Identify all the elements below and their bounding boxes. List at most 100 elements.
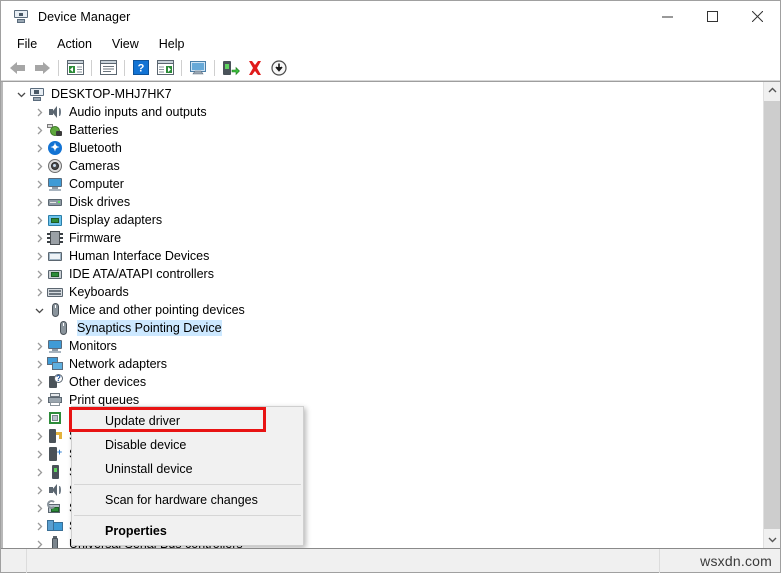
sidebar-item-synaptics-pointing-device[interactable]: Synaptics Pointing Device [3, 319, 763, 337]
context-menu-item-properties[interactable]: Properties [72, 519, 303, 543]
software-device-icon [47, 464, 63, 480]
sidebar-item-ide[interactable]: IDE ATA/ATAPI controllers [3, 265, 763, 283]
software-component-icon: + [47, 446, 63, 462]
forward-icon[interactable] [30, 57, 54, 79]
menu-file[interactable]: File [7, 34, 47, 54]
menu-help[interactable]: Help [149, 34, 195, 54]
tree-row-label: Disk drives [69, 195, 131, 209]
scroll-down-icon[interactable] [764, 531, 780, 548]
chevron-right-icon[interactable] [31, 283, 47, 301]
chevron-right-icon[interactable] [31, 193, 47, 211]
tree-row-label: Firmware [69, 231, 122, 245]
toolbar-separator [181, 59, 182, 76]
chevron-right-icon[interactable] [31, 481, 47, 499]
show-hide-action-pane-icon[interactable] [153, 57, 177, 79]
sidebar-item-network-adapters[interactable]: Network adapters [3, 355, 763, 373]
chevron-right-icon[interactable] [31, 355, 47, 373]
context-menu-item-update-driver[interactable]: Update driver [72, 409, 303, 433]
security-device-icon [47, 428, 63, 444]
chevron-right-icon[interactable] [31, 337, 47, 355]
tree-row-label: Bluetooth [69, 141, 122, 155]
chevron-right-icon[interactable] [31, 391, 47, 409]
close-button[interactable] [735, 1, 780, 32]
tree-row-label: Other devices [69, 375, 147, 389]
chevron-right-icon[interactable] [31, 247, 47, 265]
help-icon[interactable]: ? [129, 57, 153, 79]
toolbar-separator [214, 59, 215, 76]
toolbar-separator [91, 59, 92, 76]
sidebar-item-disk-drives[interactable]: Disk drives [3, 193, 763, 211]
menu-bar: File Action View Help [1, 32, 780, 55]
processor-icon [47, 410, 63, 426]
chevron-right-icon[interactable] [31, 139, 47, 157]
sidebar-item-hid[interactable]: Human Interface Devices [3, 247, 763, 265]
chevron-right-icon[interactable] [31, 535, 47, 548]
chevron-right-icon[interactable] [31, 409, 47, 427]
chevron-right-icon[interactable] [31, 445, 47, 463]
chevron-right-icon[interactable] [31, 427, 47, 445]
tree-row-label: Network adapters [69, 357, 167, 371]
maximize-button[interactable] [690, 1, 735, 32]
computer-root-icon [29, 86, 45, 102]
chevron-right-icon[interactable] [31, 121, 47, 139]
context-menu[interactable]: Update driver Disable device Uninstall d… [71, 406, 304, 546]
disable-device-icon[interactable] [267, 57, 291, 79]
properties-icon[interactable] [96, 57, 120, 79]
scroll-up-icon[interactable] [764, 82, 780, 99]
sidebar-item-keyboards[interactable]: Keyboards [3, 283, 763, 301]
show-hide-console-tree-icon[interactable] [63, 57, 87, 79]
chevron-right-icon[interactable] [31, 373, 47, 391]
context-menu-item-uninstall-device[interactable]: Uninstall device [72, 457, 303, 481]
content-area: DESKTOP-MHJ7HK7 Audio inputs and outputs [1, 81, 780, 548]
context-menu-item-scan-for-hardware-changes[interactable]: Scan for hardware changes [72, 488, 303, 512]
sidebar-item-display-adapters[interactable]: Display adapters [3, 211, 763, 229]
menu-action[interactable]: Action [47, 34, 102, 54]
context-menu-item-disable-device[interactable]: Disable device [72, 433, 303, 457]
chevron-right-icon[interactable] [31, 517, 47, 535]
back-icon[interactable] [6, 57, 30, 79]
chevron-down-icon[interactable] [31, 301, 47, 319]
hid-icon [47, 248, 63, 264]
window-title: Device Manager [38, 9, 131, 24]
toolbar: ? [1, 55, 780, 81]
sidebar-item-monitors[interactable]: Monitors [3, 337, 763, 355]
chevron-right-icon[interactable] [31, 463, 47, 481]
chevron-right-icon[interactable] [31, 211, 47, 229]
chevron-right-icon[interactable] [31, 229, 47, 247]
sidebar-item-batteries[interactable]: Batteries [3, 121, 763, 139]
chevron-down-icon[interactable] [13, 85, 29, 103]
sidebar-item-mice[interactable]: Mice and other pointing devices [3, 301, 763, 319]
chevron-right-icon[interactable] [31, 265, 47, 283]
device-tree[interactable]: DESKTOP-MHJ7HK7 Audio inputs and outputs [1, 82, 763, 548]
monitor-icon [47, 338, 63, 354]
chevron-right-icon[interactable] [31, 157, 47, 175]
device-manager-window: Device Manager File Action View Help ? D… [0, 0, 781, 573]
sidebar-item-other-devices[interactable]: ? Other devices [3, 373, 763, 391]
chevron-right-icon[interactable] [31, 499, 47, 517]
network-adapter-icon [47, 356, 63, 372]
sidebar-item-audio[interactable]: Audio inputs and outputs [3, 103, 763, 121]
sidebar-item-bluetooth[interactable]: ✦ Bluetooth [3, 139, 763, 157]
minimize-button[interactable] [645, 1, 690, 32]
sidebar-item-cameras[interactable]: Cameras [3, 157, 763, 175]
status-bar: wsxdn.com [1, 548, 780, 573]
scan-for-hardware-changes-icon[interactable] [186, 57, 210, 79]
tree-row-label: Keyboards [69, 285, 129, 299]
sidebar-item-firmware[interactable]: Firmware [3, 229, 763, 247]
scrollbar-thumb[interactable] [764, 101, 780, 529]
tree-row-label: Cameras [69, 159, 120, 173]
chevron-right-icon[interactable] [31, 103, 47, 121]
tree-row-root[interactable]: DESKTOP-MHJ7HK7 [3, 85, 763, 103]
update-driver-icon[interactable] [219, 57, 243, 79]
battery-icon [47, 122, 63, 138]
bluetooth-icon: ✦ [47, 140, 63, 156]
uninstall-device-icon[interactable] [243, 57, 267, 79]
scrollbar-track[interactable] [764, 99, 780, 531]
mouse-icon [47, 302, 63, 318]
ide-controller-icon [47, 266, 63, 282]
vertical-scrollbar[interactable] [763, 82, 780, 548]
mouse-icon [55, 320, 71, 336]
menu-view[interactable]: View [102, 34, 149, 54]
chevron-right-icon[interactable] [31, 175, 47, 193]
sidebar-item-computer[interactable]: Computer [3, 175, 763, 193]
